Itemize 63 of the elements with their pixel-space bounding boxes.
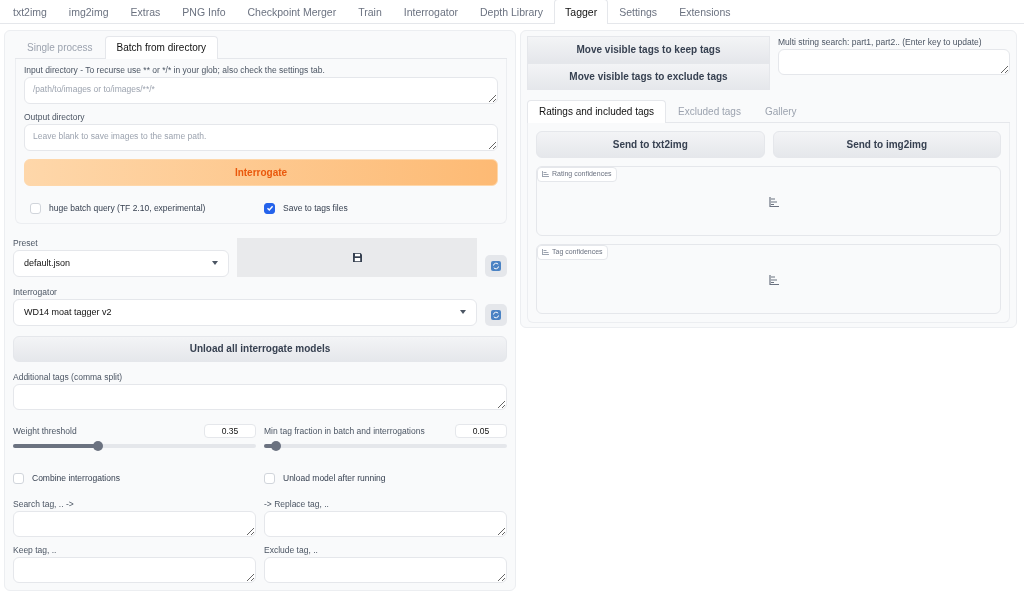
field-label: Keep tag, ..: [13, 544, 58, 555]
tab[interactable]: Checkpoint Merger: [236, 0, 348, 23]
slider-label: Min tag fraction in batch and interrogations: [264, 425, 425, 436]
text-area[interactable]: [264, 556, 507, 583]
preset-dropdown[interactable]: default.json: [13, 249, 229, 277]
tab[interactable]: Extras: [119, 0, 172, 23]
slider-thumb[interactable]: [93, 440, 104, 451]
tab[interactable]: PNG Info: [171, 0, 237, 23]
tab[interactable]: Batch from directory: [104, 36, 219, 59]
field-label: Interrogator: [13, 286, 58, 297]
tab[interactable]: img2img: [57, 0, 120, 23]
input-field[interactable]: /path/to/images or to/images/**/*: [24, 77, 498, 104]
chart-icon: [542, 171, 549, 178]
field-label: Additional tags (comma split): [13, 371, 124, 382]
send-button[interactable]: Send to img2img: [772, 131, 1001, 158]
tab[interactable]: Settings: [608, 0, 669, 23]
field-label: Search tag, .. ->: [13, 498, 75, 509]
text-area[interactable]: [13, 556, 256, 583]
move-tags-button[interactable]: Move visible tags to keep tags: [527, 36, 770, 63]
tab[interactable]: Train: [347, 0, 393, 23]
number-field[interactable]: 0.35: [204, 423, 256, 438]
field-label: Exclude tag, ..: [264, 544, 319, 555]
save-button[interactable]: [237, 237, 477, 277]
refresh-button[interactable]: [485, 303, 507, 326]
refresh-button[interactable]: [485, 254, 507, 277]
refresh-icon: [491, 309, 501, 320]
slider-thumb[interactable]: [271, 440, 282, 451]
checkbox-label: huge batch query (TF 2.10, experimental): [49, 202, 206, 215]
chart-icon: [768, 275, 779, 285]
text-area[interactable]: [13, 383, 507, 410]
chart-icon: [542, 249, 549, 256]
input-field[interactable]: Leave blank to save images to the same path.: [24, 124, 498, 151]
slider-label: Weight threshold: [13, 425, 77, 436]
text-area[interactable]: [264, 510, 507, 537]
caret-icon: [212, 261, 218, 266]
search-field[interactable]: [778, 49, 1010, 75]
unload-button[interactable]: Unload all interrogate models: [13, 335, 507, 362]
checkbox-label: Combine interrogations: [32, 471, 120, 485]
checkbox-label: Save to tags files: [283, 202, 348, 215]
interrogator-dropdown[interactable]: WD14 moat tagger v2: [13, 298, 477, 326]
slider-track[interactable]: [13, 443, 256, 448]
tab[interactable]: Ratings and included tags: [527, 100, 667, 123]
refresh-icon: [491, 260, 501, 271]
field-label: Multi string search: part1, part2.. (Enter key to update): [778, 37, 983, 47]
chart-icon: [768, 197, 779, 207]
checkbox-label: Unload model after running: [283, 471, 386, 485]
tab[interactable]: Depth Library: [469, 0, 555, 23]
move-tags-button[interactable]: Move visible tags to exclude tags: [527, 63, 770, 90]
slider-track[interactable]: [264, 443, 507, 448]
field-label: Preset: [13, 237, 39, 248]
tab[interactable]: txt2img: [2, 0, 58, 23]
send-button[interactable]: Send to txt2img: [536, 131, 765, 158]
field-label: -> Replace tag, ..: [264, 498, 330, 509]
tab[interactable]: Tagger: [554, 0, 609, 24]
field-label: Output directory: [24, 112, 86, 122]
checkbox[interactable]: [264, 202, 275, 214]
text-area[interactable]: [13, 510, 256, 537]
check-icon: [265, 204, 274, 213]
tab[interactable]: Interrogator: [392, 0, 470, 23]
caret-icon: [460, 310, 466, 315]
field-label: Input directory - To recurse use ** or */* in your glob; also check the settings tab.: [24, 65, 326, 75]
tab[interactable]: Extensions: [668, 0, 742, 23]
number-field[interactable]: 0.05: [455, 423, 507, 438]
